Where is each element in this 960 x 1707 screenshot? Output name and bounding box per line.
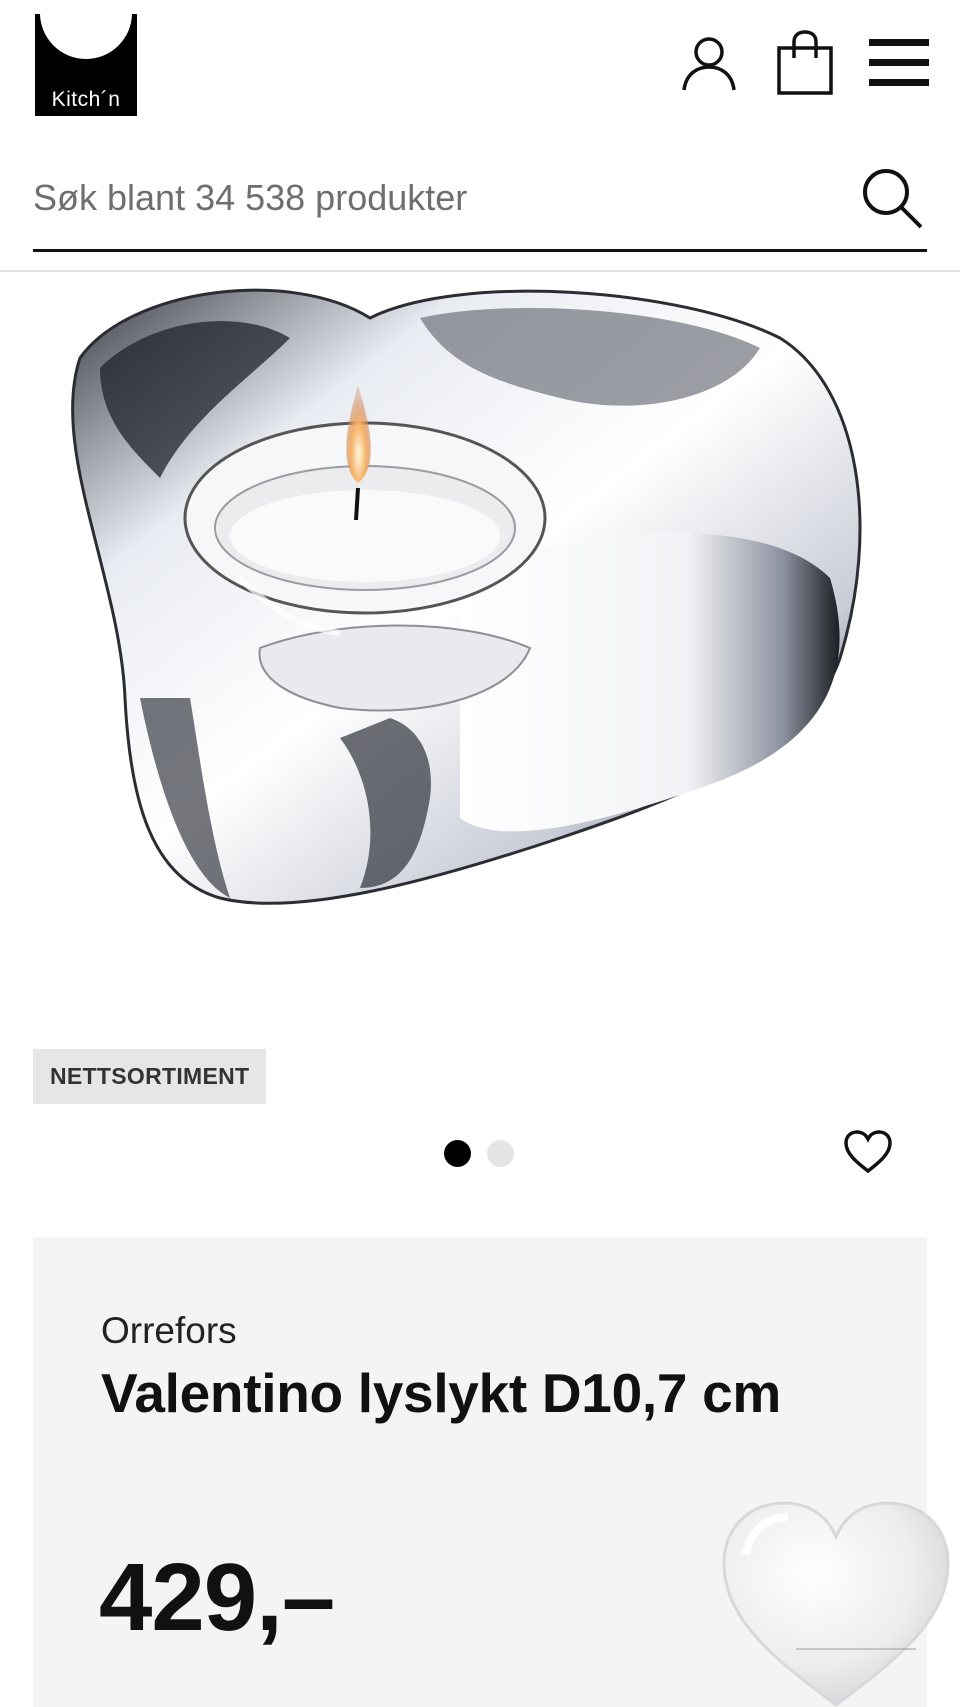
- hamburger-menu-icon[interactable]: [866, 30, 932, 96]
- search-bar: [33, 150, 927, 252]
- shopping-bag-icon[interactable]: [772, 30, 838, 96]
- kitchn-logo[interactable]: Kitch´n: [35, 14, 137, 116]
- site-header: Kitch´n: [0, 0, 960, 128]
- product-brand[interactable]: Orrefors: [101, 1310, 237, 1352]
- product-price: 429,–: [99, 1544, 335, 1651]
- nettsortiment-badge: NETTSORTIMENT: [33, 1049, 267, 1104]
- heart-outline-icon[interactable]: [838, 1124, 898, 1180]
- carousel-dot-2[interactable]: [487, 1140, 514, 1167]
- search-input[interactable]: [33, 168, 833, 228]
- image-carousel-dots: [444, 1140, 514, 1167]
- user-icon[interactable]: [676, 30, 742, 96]
- header-divider: [0, 270, 960, 272]
- logo-text: Kitch´n: [51, 88, 121, 111]
- heart-3d-icon[interactable]: [716, 1495, 956, 1707]
- product-title: Valentino lyslykt D10,7 cm: [101, 1362, 782, 1424]
- carousel-dot-1[interactable]: [444, 1140, 471, 1167]
- search-icon[interactable]: [857, 160, 927, 236]
- product-image[interactable]: [40, 278, 920, 998]
